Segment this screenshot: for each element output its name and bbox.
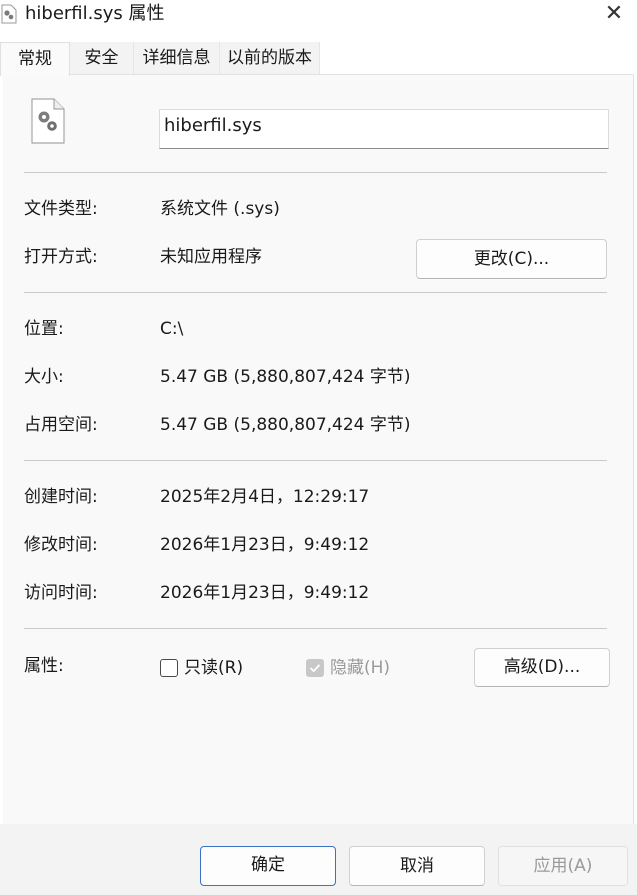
readonly-checkbox[interactable] (160, 659, 178, 677)
opens-with-label: 打开方式: (24, 247, 98, 267)
location-value: C:\ (160, 319, 184, 339)
tab-previous-versions[interactable]: 以前的版本 (220, 42, 320, 75)
change-button[interactable]: 更改(C)... (416, 239, 607, 279)
divider (24, 628, 607, 629)
system-file-gear-icon (31, 98, 65, 144)
close-icon[interactable]: ✕ (591, 0, 637, 34)
ok-button[interactable]: 确定 (200, 846, 336, 886)
system-file-icon (1, 4, 17, 24)
divider (24, 460, 607, 461)
file-type-value: 系统文件 (.sys) (160, 199, 280, 219)
apply-button: 应用(A) (498, 846, 628, 886)
window-title: hiberfil.sys 属性 (25, 3, 165, 24)
modified-value: 2026年1月23日，9:49:12 (160, 535, 370, 555)
advanced-button[interactable]: 高级(D)... (474, 648, 610, 687)
size-on-disk-value: 5.47 GB (5,880,807,424 字节) (160, 415, 411, 435)
opens-with-value: 未知应用程序 (160, 247, 262, 267)
attributes-label: 属性: (24, 656, 64, 676)
file-name-field[interactable]: hiberfil.sys (159, 109, 609, 149)
tab-security[interactable]: 安全 (70, 42, 134, 75)
size-on-disk-label: 占用空间: (24, 415, 98, 435)
hidden-checkbox (306, 659, 324, 677)
size-value: 5.47 GB (5,880,807,424 字节) (160, 367, 411, 387)
location-label: 位置: (24, 319, 64, 339)
accessed-value: 2026年1月23日，9:49:12 (160, 583, 370, 603)
hidden-label: 隐藏(H) (330, 658, 391, 678)
tab-general[interactable]: 常规 (0, 42, 70, 76)
checkmark-icon (309, 664, 321, 673)
created-value: 2025年2月4日，12:29:17 (160, 487, 370, 507)
file-type-label: 文件类型: (24, 199, 98, 219)
readonly-label[interactable]: 只读(R) (184, 657, 243, 679)
size-label: 大小: (24, 367, 64, 387)
accessed-label: 访问时间: (24, 583, 98, 603)
divider (24, 172, 607, 173)
cancel-button[interactable]: 取消 (349, 846, 485, 886)
divider (24, 292, 607, 293)
created-label: 创建时间: (24, 487, 98, 507)
tab-strip: 常规 安全 详细信息 以前的版本 (0, 42, 637, 76)
general-tab-panel (3, 74, 634, 826)
modified-label: 修改时间: (24, 535, 98, 555)
title-bar: hiberfil.sys 属性 ✕ (0, 0, 637, 34)
tab-details[interactable]: 详细信息 (134, 42, 220, 75)
